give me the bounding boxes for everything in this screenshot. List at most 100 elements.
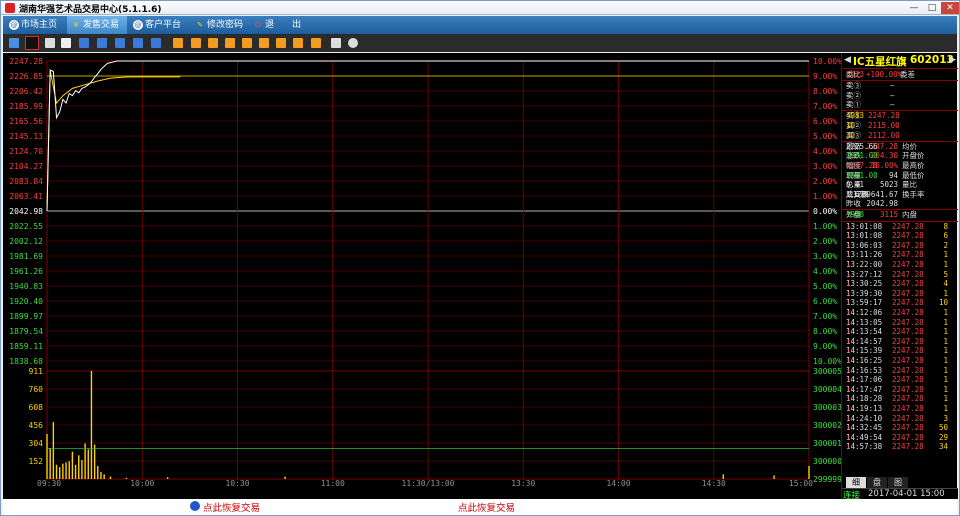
restore-trade-link-2[interactable]: 点此恢复交易 — [458, 500, 515, 514]
restore-trade-link-1[interactable]: 点此恢复交易 — [203, 500, 260, 514]
cell: 2247.28 — [846, 160, 878, 170]
cell: 34 — [938, 442, 948, 452]
cell: 1 — [943, 307, 948, 317]
cell: 2247.28 — [892, 442, 924, 452]
chart-svg: 2247.28 10.00% 2226.85 9.00% 2206.42 8.00% 218… — [9, 57, 842, 488]
weicha-value: 5023 — [846, 70, 865, 79]
tab-board[interactable]: 盘 — [867, 477, 887, 488]
x-icon[interactable] — [151, 38, 161, 48]
price-tick-label: 1940.83 — [9, 282, 43, 291]
trade-tick-row: 14:16:53 2247.28 1 ↑ — [846, 366, 954, 376]
next-arrow-icon[interactable]: ▶ — [949, 55, 956, 65]
prev-arrow-icon[interactable]: ◀ — [844, 55, 851, 65]
tool-2-icon[interactable] — [191, 38, 201, 48]
up-arrow-icon: ↑ — [846, 365, 851, 375]
pct-tick-label: 4.00% — [813, 267, 837, 276]
tool-8-icon[interactable] — [293, 38, 303, 48]
cell: 2247.28 — [892, 355, 924, 365]
cell: 14:17:47 — [846, 384, 883, 394]
volume-tick-label: 760 — [29, 385, 44, 394]
cell: 14:18:28 — [846, 394, 883, 404]
price-tick-label: 2063.41 — [9, 192, 43, 201]
pct-tick-label: 8.00% — [813, 87, 837, 96]
minimize-button[interactable]: — — [905, 2, 923, 14]
cell: 2247.28 — [892, 240, 924, 250]
cell: — — [846, 81, 851, 91]
price-tick-label: 2083.84 — [9, 177, 43, 186]
cell: 2247.28 — [892, 269, 924, 279]
tool-4-icon[interactable] — [225, 38, 235, 48]
price-tick-label: 2022.55 — [9, 222, 43, 231]
bar-chart-icon[interactable] — [9, 38, 19, 48]
pct-tick-label: 9.00% — [813, 342, 837, 351]
timeshare-chart[interactable]: 2247.28 10.00% 2226.85 9.00% 2206.42 8.00% 218… — [3, 53, 842, 499]
tab-chart[interactable]: 图 — [888, 477, 908, 488]
tool-7-icon[interactable] — [276, 38, 286, 48]
gear-icon[interactable] — [348, 38, 358, 48]
volume-right-tick-label: 300004 — [813, 385, 841, 394]
pct-tick-label: 7.00% — [813, 312, 837, 321]
tool-6-icon[interactable] — [259, 38, 269, 48]
cell: 3115 — [879, 210, 898, 220]
tool-5-icon[interactable] — [242, 38, 252, 48]
cell: 13:01:08 — [846, 231, 883, 241]
draw-icon[interactable] — [331, 38, 341, 48]
trade-tick-row: 14:13:05 2247.28 1 ↑ — [846, 318, 954, 328]
price-tick-label: 1961.26 — [9, 267, 43, 276]
menu-market-home[interactable]: @ 市场主页 — [5, 16, 65, 34]
menu-exit[interactable]: ⏻ 退 出 — [249, 16, 309, 34]
tool-3-icon[interactable] — [208, 38, 218, 48]
pct-tick-label: 9.00% — [813, 72, 837, 81]
cell: 2247.28 — [892, 307, 924, 317]
maximize-button[interactable]: □ — [923, 2, 941, 14]
pct-tick-label: 10.00% — [813, 357, 841, 366]
trade-tick-row: 13:22:00 2247.28 1 ↑ — [846, 260, 954, 270]
price-tick-label: 2124.70 — [9, 147, 43, 156]
cell: 1 — [943, 403, 948, 413]
rank-icon[interactable] — [115, 38, 125, 48]
price-tick-label: 2042.98 — [9, 207, 43, 216]
report-icon[interactable] — [79, 38, 89, 48]
kline-icon[interactable] — [45, 38, 55, 48]
analysis-icon[interactable] — [133, 38, 143, 48]
trade-tick-row: 13:01:08 2247.28 6 ↑ — [846, 231, 954, 241]
trade-tick-row: 14:13:54 2247.28 1 ↑ — [846, 327, 954, 337]
cell: 29 — [938, 432, 948, 442]
tool-1-icon[interactable] — [173, 38, 183, 48]
up-arrow-icon: ↑ — [846, 375, 851, 385]
price-tick-label: 1920.40 — [9, 297, 43, 306]
pct-tick-label: 5.00% — [813, 132, 837, 141]
cell: 1 — [943, 375, 948, 385]
tab-detail[interactable]: 细 — [846, 477, 866, 488]
up-arrow-icon: ↑ — [846, 403, 851, 413]
menu-change-password[interactable]: ✎ 修改密码 — [191, 16, 251, 34]
menu-issue-trade[interactable]: ¥ 发售交易 — [67, 16, 127, 34]
volume-tick-label: 304 — [29, 439, 44, 448]
time-tick-label: 15:00 — [789, 479, 813, 488]
close-button[interactable]: ✕ — [941, 2, 959, 14]
cell: 14:57:38 — [846, 442, 883, 452]
cell: 14:16:53 — [846, 365, 883, 375]
table-icon[interactable] — [61, 38, 71, 48]
cell: 5 — [943, 269, 948, 279]
cell: 14:17:06 — [846, 375, 883, 385]
menu-client-platform[interactable]: @ 客户平台 — [129, 16, 189, 34]
up-arrow-icon: ↑ — [846, 423, 851, 433]
volume-right-tick-label: 300000 — [813, 457, 841, 466]
tool-9-icon[interactable] — [311, 38, 321, 48]
f10-icon[interactable] — [97, 38, 107, 48]
trade-tick-row: 13:39:30 2247.28 1 ↑ — [846, 289, 954, 299]
cell: 2247.28 — [892, 221, 924, 231]
cell: 2247.28 — [868, 111, 900, 121]
trade-tick-row: 14:14:57 2247.28 1 ↑ — [846, 337, 954, 347]
price-tick-label: 2145.13 — [9, 132, 43, 141]
up-arrow-icon: ↑ — [846, 394, 851, 404]
cell: 1 — [943, 259, 948, 269]
bid-row: 买① 2247.28 4983 — [846, 111, 954, 121]
cell: 14:12:06 — [846, 307, 883, 317]
stock-code: 602013 — [910, 54, 954, 66]
timeshare-chart-icon[interactable] — [25, 36, 39, 50]
price-tick-label: 2002.12 — [9, 237, 43, 246]
stat-row: 涨跌 204.30 开盘价 1901.00 — [846, 151, 954, 161]
pct-tick-label: 3.00% — [813, 162, 837, 171]
